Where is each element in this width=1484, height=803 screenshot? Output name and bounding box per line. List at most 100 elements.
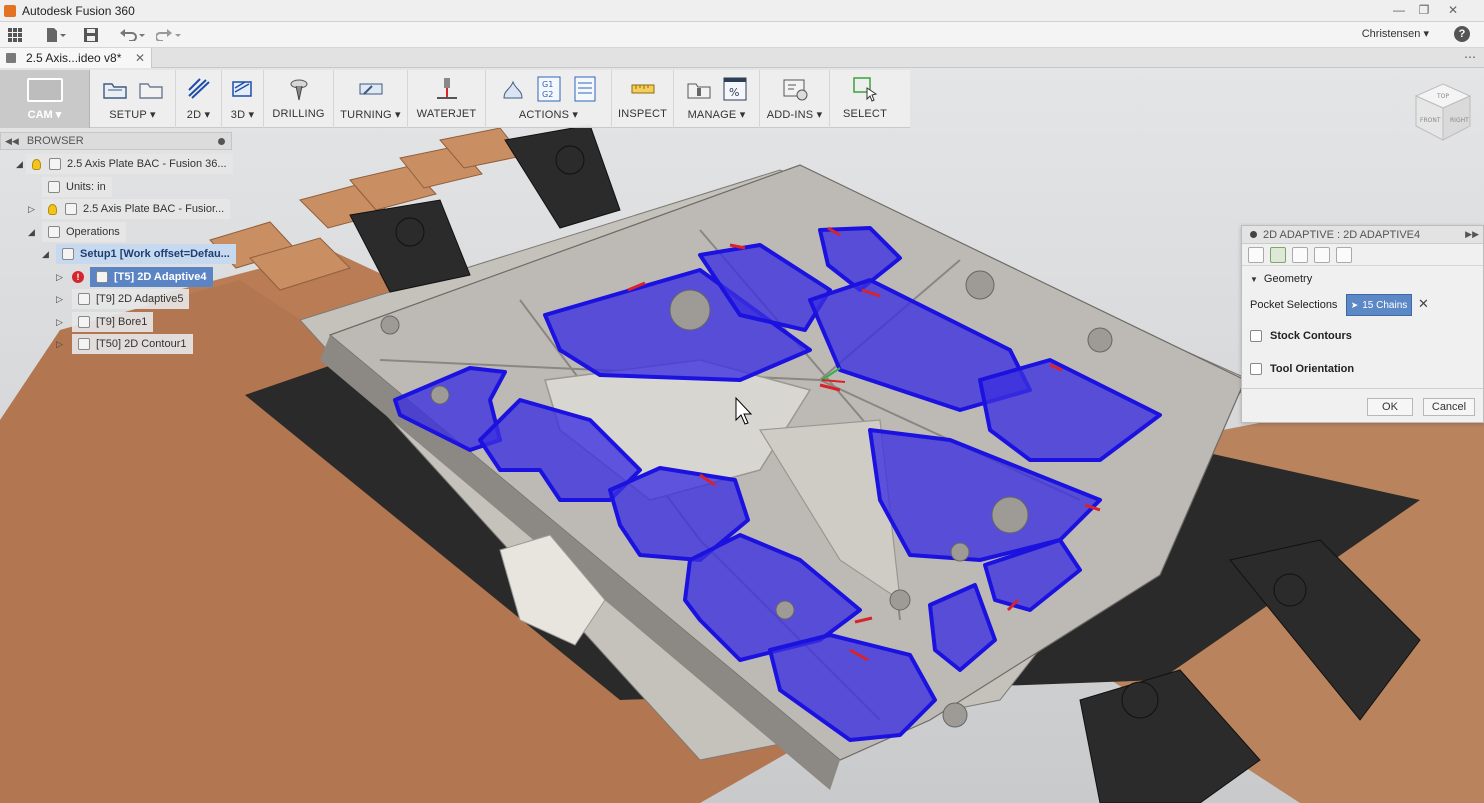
ribbon-group-2d[interactable]: 2D ▾ [176, 70, 222, 128]
user-menu[interactable]: Christensen ▾ [1362, 27, 1429, 40]
stock-contours-checkbox[interactable] [1250, 330, 1262, 342]
setup-label: Setup1 [Work offset=Defau... [80, 248, 230, 260]
canvas-viewport[interactable] [0, 68, 1484, 803]
clear-selection-icon[interactable]: ✕ [1418, 296, 1429, 312]
new-setup-icon[interactable] [102, 76, 128, 102]
collapse-triangle-icon[interactable]: ◢ [16, 159, 26, 170]
expand-triangle-icon[interactable]: ▷ [56, 294, 66, 305]
viewcube[interactable]: TOP FRONT RIGHT [1414, 82, 1472, 142]
save-icon[interactable] [84, 24, 98, 46]
open-setup-icon[interactable] [138, 76, 164, 102]
waterjet-icon[interactable] [434, 76, 460, 102]
stock-contours-row[interactable]: Stock Contours [1250, 330, 1352, 342]
expand-triangle-icon[interactable]: ▷ [56, 272, 66, 283]
tree-node-operation[interactable]: [T5] 2D Adaptive4 [90, 267, 213, 287]
minimize-button[interactable]: — [1388, 2, 1410, 18]
tree-node-units[interactable]: Units: in [42, 177, 112, 197]
pocket-selections-button[interactable]: ➤ 15 Chains [1346, 294, 1412, 316]
tree-node-component[interactable]: 2.5 Axis Plate BAC - Fusior... [42, 199, 231, 219]
tree-node-operations[interactable]: Operations [42, 222, 126, 242]
passes-tab-icon[interactable] [1314, 246, 1330, 263]
post-process-icon[interactable]: G1G2 [536, 76, 562, 102]
undo-icon[interactable] [120, 24, 146, 46]
scripts-addins-icon[interactable] [782, 76, 808, 102]
cam-model-scene[interactable] [0, 68, 1484, 803]
redo-icon[interactable] [156, 24, 182, 46]
section-caret-icon: ▼ [1250, 274, 1258, 284]
expand-triangle-icon[interactable]: ▷ [56, 339, 66, 350]
tree-row-units[interactable]: Units: in [42, 177, 112, 197]
3d-adaptive-icon[interactable] [230, 76, 256, 102]
tree-row-root[interactable]: ◢ 2.5 Axis Plate BAC - Fusion 36... [16, 154, 233, 174]
turning-icon[interactable] [358, 76, 384, 102]
tree-row-component[interactable]: ▷ 2.5 Axis Plate BAC - Fusior... [28, 199, 231, 219]
app-grid-icon[interactable] [8, 24, 22, 46]
visibility-bulb-icon[interactable] [48, 203, 57, 215]
measure-icon[interactable] [630, 76, 656, 102]
select-icon[interactable] [852, 76, 878, 102]
tool-orientation-checkbox[interactable] [1250, 363, 1262, 375]
tab-overflow-icon[interactable]: ⋯ [1464, 50, 1476, 64]
2d-adaptive-icon[interactable] [186, 76, 212, 102]
ok-button[interactable]: OK [1367, 398, 1413, 416]
tree-node-operation[interactable]: [T50] 2D Contour1 [72, 334, 193, 354]
tree-node-operation[interactable]: [T9] Bore1 [72, 312, 154, 332]
setup-sheet-icon[interactable] [572, 76, 598, 102]
ribbon-group-actions[interactable]: G1 G2 ACTIONS ▾ [486, 70, 612, 128]
fusion-logo-icon [4, 4, 16, 17]
expand-triangle-icon[interactable]: ▷ [56, 317, 66, 328]
dialog-header[interactable]: 2D ADAPTIVE : 2D ADAPTIVE4 ▶▶ [1242, 226, 1483, 244]
cancel-button[interactable]: Cancel [1423, 398, 1475, 416]
ribbon-group-drilling[interactable]: DRILLING [264, 70, 334, 128]
tree-node-setup[interactable]: Setup1 [Work offset=Defau... [56, 244, 236, 264]
tree-node-root[interactable]: 2.5 Axis Plate BAC - Fusion 36... [26, 154, 233, 174]
document-icon [6, 53, 16, 63]
ribbon-group-3d[interactable]: 3D ▾ [222, 70, 264, 128]
tree-row-operations[interactable]: ◢ Operations [28, 222, 126, 242]
restore-button[interactable]: ❐ [1413, 2, 1435, 18]
close-button[interactable]: ✕ [1442, 2, 1464, 18]
tree-row-operation[interactable]: ▷ ! [T5] 2D Adaptive4 [56, 267, 213, 287]
visibility-bulb-icon[interactable] [32, 158, 41, 170]
dialog-pin-icon[interactable] [1250, 231, 1257, 238]
tree-row-setup[interactable]: ◢ Setup1 [Work offset=Defau... [42, 244, 236, 264]
tool-tab-icon[interactable] [1248, 246, 1264, 263]
tree-row-operation[interactable]: ▷ [T9] 2D Adaptive5 [56, 289, 190, 309]
g2-text: G2 [542, 90, 553, 99]
tree-row-operation[interactable]: ▷ [T50] 2D Contour1 [56, 334, 193, 354]
collapse-triangle-icon[interactable]: ◢ [28, 227, 38, 238]
help-icon[interactable]: ? [1454, 26, 1470, 42]
close-tab-icon[interactable]: ✕ [135, 51, 145, 65]
tool-orientation-row[interactable]: Tool Orientation [1250, 363, 1354, 375]
geometry-tab-icon[interactable] [1270, 246, 1286, 263]
addins-label: ADD-INS [766, 109, 814, 121]
ribbon-group-addins[interactable]: ADD-INS ▾ [760, 70, 830, 128]
linking-tab-icon[interactable] [1336, 246, 1352, 263]
pin-icon[interactable] [218, 137, 225, 145]
ribbon-group-inspect[interactable]: INSPECT [612, 70, 674, 128]
ribbon-group-setup[interactable]: SETUP ▾ [90, 70, 176, 128]
geometry-section-header[interactable]: ▼ Geometry [1250, 273, 1312, 285]
collapse-browser-icon[interactable]: ◀◀ [5, 136, 19, 147]
browser-header[interactable]: ◀◀ BROWSER [0, 132, 232, 150]
inspect-group-label: INSPECT [617, 108, 668, 120]
expand-dialog-icon[interactable]: ▶▶ [1465, 229, 1479, 240]
operations-label: Operations [66, 226, 120, 238]
tool-library-icon[interactable] [686, 76, 712, 102]
ribbon-group-turning[interactable]: TURNING ▾ [334, 70, 408, 128]
document-tab[interactable]: 2.5 Axis...ideo v8* ✕ [0, 48, 152, 68]
ribbon-group-waterjet[interactable]: WATERJET [408, 70, 486, 128]
expand-triangle-icon[interactable]: ▷ [28, 204, 38, 215]
collapse-triangle-icon[interactable]: ◢ [42, 249, 52, 260]
ribbon-group-select[interactable]: SELECT [830, 70, 900, 128]
drill-icon[interactable] [286, 76, 312, 102]
heights-tab-icon[interactable] [1292, 246, 1308, 263]
post-library-icon[interactable]: % [722, 76, 748, 102]
file-menu-icon[interactable] [46, 24, 66, 46]
g1-text: G1 [542, 80, 553, 89]
tree-node-operation[interactable]: [T9] 2D Adaptive5 [72, 289, 190, 309]
ribbon-group-manage[interactable]: % MANAGE ▾ [674, 70, 760, 128]
workspace-switcher[interactable]: CAM ▾ [0, 70, 90, 128]
tree-row-operation[interactable]: ▷ [T9] Bore1 [56, 312, 154, 332]
simulate-icon[interactable] [500, 76, 526, 102]
